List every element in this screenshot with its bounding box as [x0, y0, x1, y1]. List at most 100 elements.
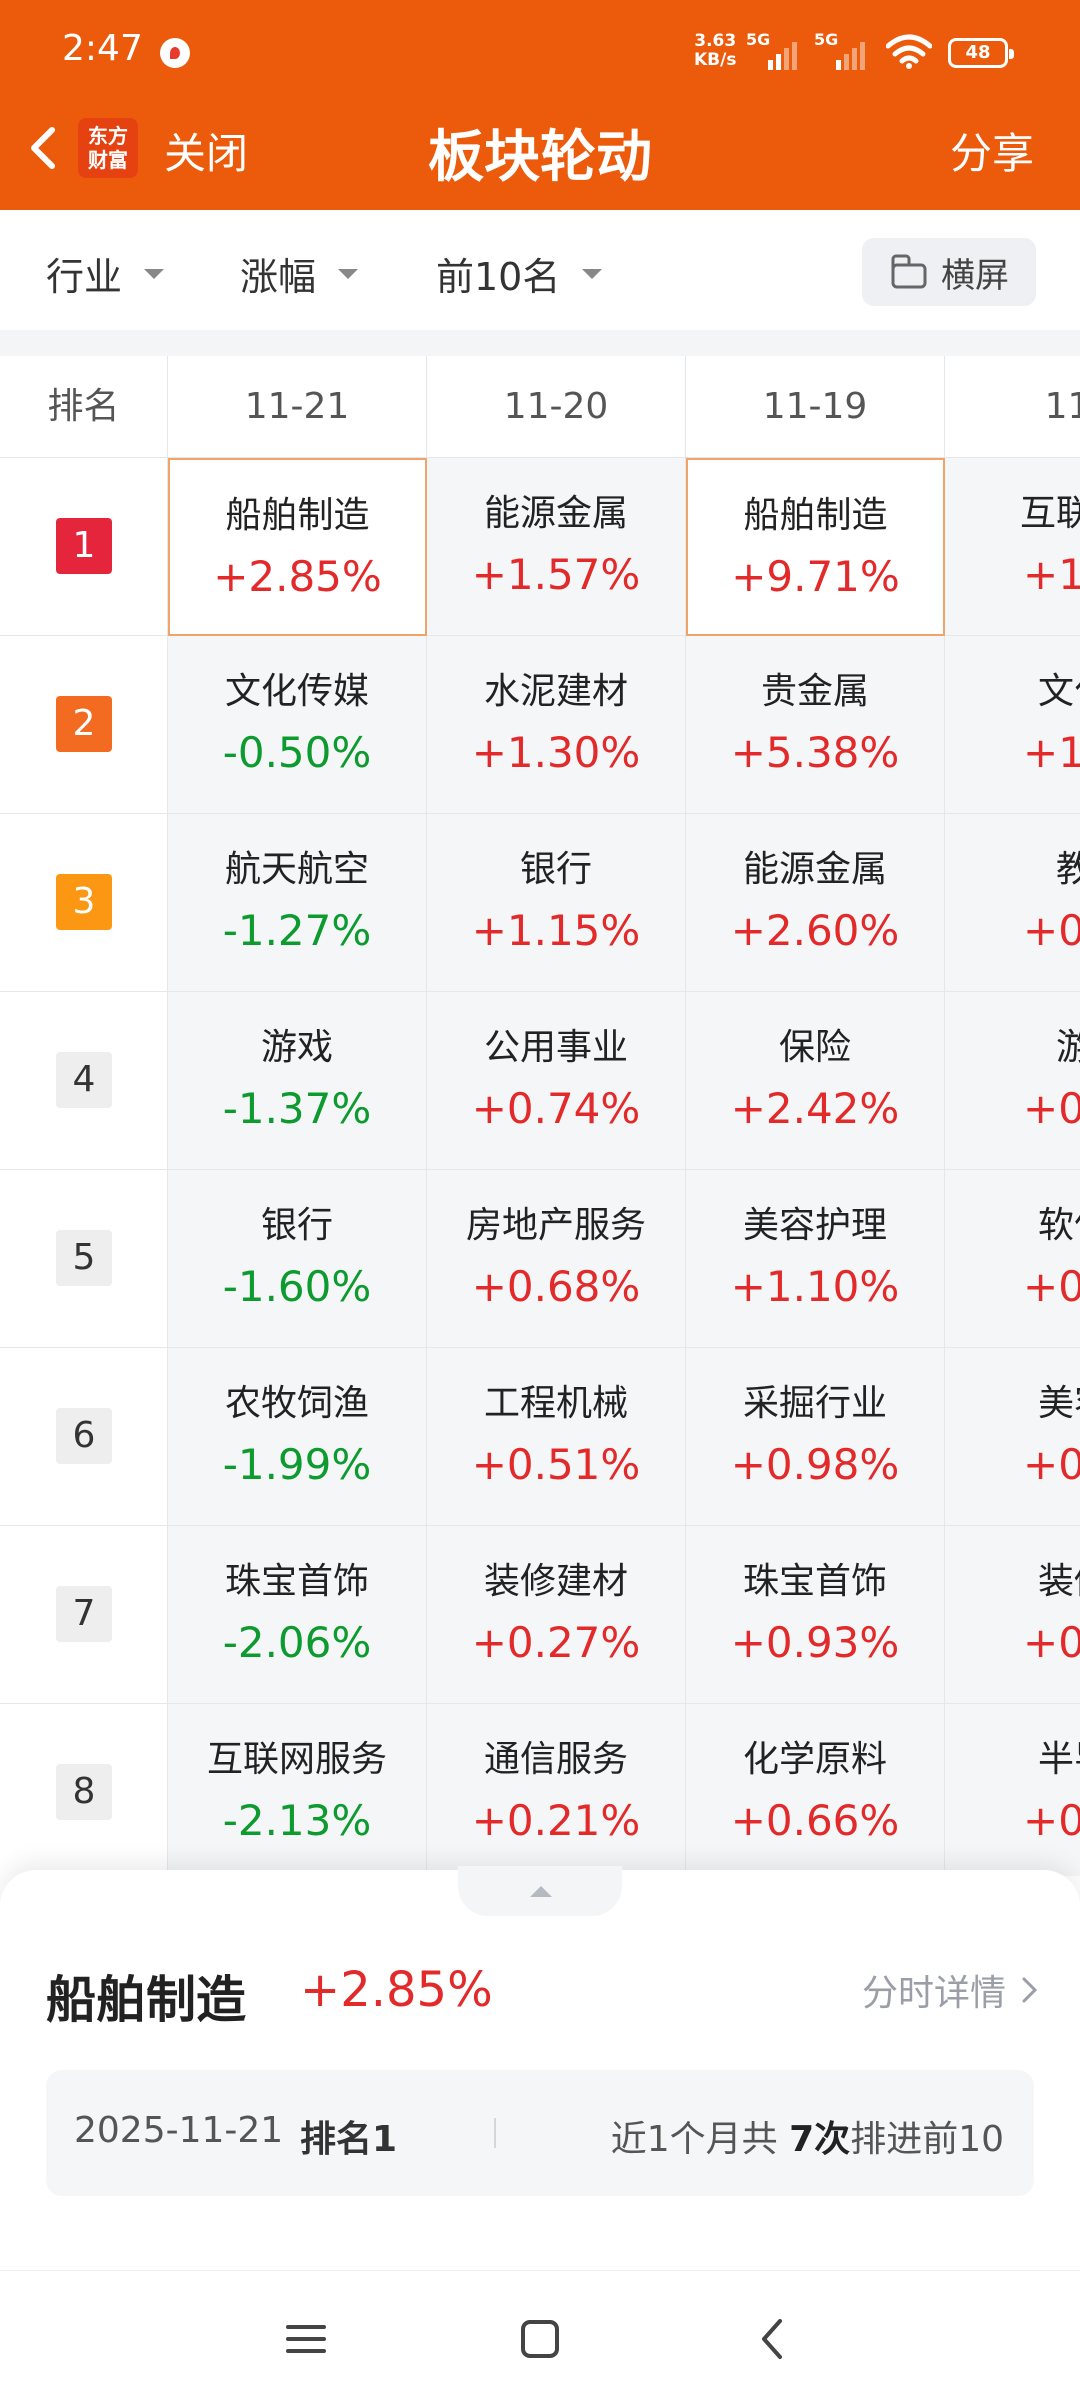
sector-cell[interactable]: 装修建材 +0.27%: [427, 1526, 686, 1704]
rank-cell: 6: [0, 1348, 168, 1526]
sector-cell[interactable]: 美容 +0.4: [945, 1348, 1080, 1526]
sector-name: 保险: [778, 1027, 851, 1068]
sector-name: 文化: [1037, 671, 1080, 712]
sector-cell[interactable]: 互联网服务 -2.13%: [168, 1704, 427, 1876]
range-dropdown[interactable]: 前10名: [436, 246, 603, 301]
sector-cell[interactable]: 游 +0.7: [945, 992, 1080, 1170]
network-speed-unit: KB/s: [694, 50, 737, 70]
sector-name: 装修: [1037, 1561, 1080, 1602]
rank-header: 排名: [0, 356, 168, 458]
sector-change: +0.5: [1023, 1262, 1080, 1311]
sector-change: -2.06%: [222, 1618, 372, 1667]
sector-cell[interactable]: 农牧饲渔 -1.99%: [168, 1348, 427, 1526]
selected-sector-change: +2.85%: [300, 1962, 493, 2018]
sector-cell[interactable]: 贵金属 +5.38%: [686, 636, 945, 814]
sector-cell[interactable]: 文化传媒 -0.50%: [168, 636, 427, 814]
sector-name: 通信服务: [483, 1739, 628, 1780]
sector-cell[interactable]: 能源金属 +1.57%: [427, 458, 686, 636]
sector-cell[interactable]: 珠宝首饰 +0.93%: [686, 1526, 945, 1704]
sector-cell[interactable]: 船舶制造 +2.85%: [168, 458, 427, 636]
sector-name: 美容: [1037, 1383, 1080, 1424]
intraday-detail-label: 分时详情: [861, 1973, 1006, 2014]
sector-name: 珠宝首饰: [742, 1561, 887, 1602]
sector-name: 珠宝首饰: [224, 1561, 369, 1602]
rotation-table: 排名 11-21 11-20 11-19 11- 1 船舶制造 +2.85% 能源金属…: [0, 356, 1080, 1876]
sector-name: 工程机械: [483, 1383, 628, 1424]
eastmoney-logo: 东方财富: [78, 118, 138, 178]
sector-cell[interactable]: 工程机械 +0.51%: [427, 1348, 686, 1526]
sector-cell[interactable]: 互联网 +1.7: [945, 458, 1080, 636]
sector-change: +0.68%: [471, 1262, 641, 1311]
sector-name: 采掘行业: [742, 1383, 887, 1424]
sector-name: 游: [1055, 1027, 1080, 1068]
rank-cell: 7: [0, 1526, 168, 1704]
rank-cell: 4: [0, 992, 168, 1170]
sector-name: 半导: [1037, 1739, 1080, 1780]
sector-name: 公用事业: [483, 1027, 628, 1068]
category-label: 行业: [46, 255, 123, 299]
sim1-label: 5G: [746, 30, 771, 49]
caret-down-icon: [144, 268, 165, 279]
date-header[interactable]: 11-: [945, 356, 1080, 458]
sector-change: +0.4: [1023, 1440, 1080, 1489]
summary-rank: 排名1: [300, 2119, 398, 2160]
sector-change: -1.27%: [222, 906, 372, 955]
sector-change: -1.99%: [222, 1440, 372, 1489]
status-bar: 2:47 3.63 KB/s 5G 5G 48: [0, 0, 1080, 100]
sector-cell[interactable]: 珠宝首饰 -2.06%: [168, 1526, 427, 1704]
close-button[interactable]: 关闭: [164, 120, 248, 181]
battery-level: 48: [965, 42, 991, 63]
sector-change: +0.27%: [471, 1618, 641, 1667]
rank-cell: 2: [0, 636, 168, 814]
sheet-expand-handle[interactable]: [458, 1866, 622, 1916]
date-header[interactable]: 11-19: [686, 356, 945, 458]
sector-cell[interactable]: 美容护理 +1.10%: [686, 1170, 945, 1348]
rank-badge: 3: [56, 874, 112, 930]
sector-cell[interactable]: 银行 +1.15%: [427, 814, 686, 992]
sector-cell[interactable]: 银行 -1.60%: [168, 1170, 427, 1348]
sector-cell[interactable]: 半导 +0.3: [945, 1704, 1080, 1876]
sector-cell[interactable]: 化学原料 +0.66%: [686, 1704, 945, 1876]
sector-cell[interactable]: 软件 +0.5: [945, 1170, 1080, 1348]
date-header[interactable]: 11-21: [168, 356, 427, 458]
sector-cell[interactable]: 船舶制造 +9.71%: [686, 458, 945, 636]
date-header[interactable]: 11-20: [427, 356, 686, 458]
sector-change: +1.30%: [471, 728, 641, 777]
summary-date: 2025-11-21: [74, 2110, 284, 2151]
sector-change: +0.21%: [471, 1796, 641, 1845]
sector-cell[interactable]: 水泥建材 +1.30%: [427, 636, 686, 814]
sector-change: -1.60%: [222, 1262, 372, 1311]
sector-cell[interactable]: 房地产服务 +0.68%: [427, 1170, 686, 1348]
menu-icon[interactable]: [276, 2309, 336, 2369]
rank-cell: 5: [0, 1170, 168, 1348]
back-arrow-icon[interactable]: [20, 118, 70, 178]
sector-cell[interactable]: 公用事业 +0.74%: [427, 992, 686, 1170]
sector-name: 文化传媒: [224, 671, 369, 712]
metric-dropdown[interactable]: 涨幅: [240, 246, 359, 301]
wifi-icon: [886, 34, 932, 69]
sector-change: +1.15%: [471, 906, 641, 955]
landscape-button[interactable]: 横屏: [862, 238, 1036, 306]
rank-cell: 8: [0, 1704, 168, 1876]
summary-stat-suffix: 排进前10: [850, 2119, 1004, 2160]
home-icon[interactable]: [510, 2309, 570, 2369]
sector-change: +0.8: [1023, 906, 1080, 955]
sector-cell[interactable]: 装修 +0.3: [945, 1526, 1080, 1704]
sector-cell[interactable]: 游戏 -1.37%: [168, 992, 427, 1170]
category-dropdown[interactable]: 行业: [46, 246, 165, 301]
rank-badge: 6: [56, 1408, 112, 1464]
sector-cell[interactable]: 能源金属 +2.60%: [686, 814, 945, 992]
sector-cell[interactable]: 采掘行业 +0.98%: [686, 1348, 945, 1526]
app-header: 2:47 3.63 KB/s 5G 5G 48 东方财富 关闭 板块轮动 分享: [0, 0, 1080, 210]
sector-change: +1.10%: [730, 1262, 900, 1311]
back-icon[interactable]: [744, 2309, 804, 2369]
sector-cell[interactable]: 教 +0.8: [945, 814, 1080, 992]
sim2-label: 5G: [814, 30, 839, 49]
sector-cell[interactable]: 通信服务 +0.21%: [427, 1704, 686, 1876]
sector-cell[interactable]: 保险 +2.42%: [686, 992, 945, 1170]
intraday-detail-link[interactable]: 分时详情: [862, 1964, 1040, 2016]
share-button[interactable]: 分享: [950, 120, 1034, 181]
sector-cell[interactable]: 航天航空 -1.27%: [168, 814, 427, 992]
sector-name: 船舶制造: [225, 495, 370, 536]
sector-cell[interactable]: 文化 +1.4: [945, 636, 1080, 814]
